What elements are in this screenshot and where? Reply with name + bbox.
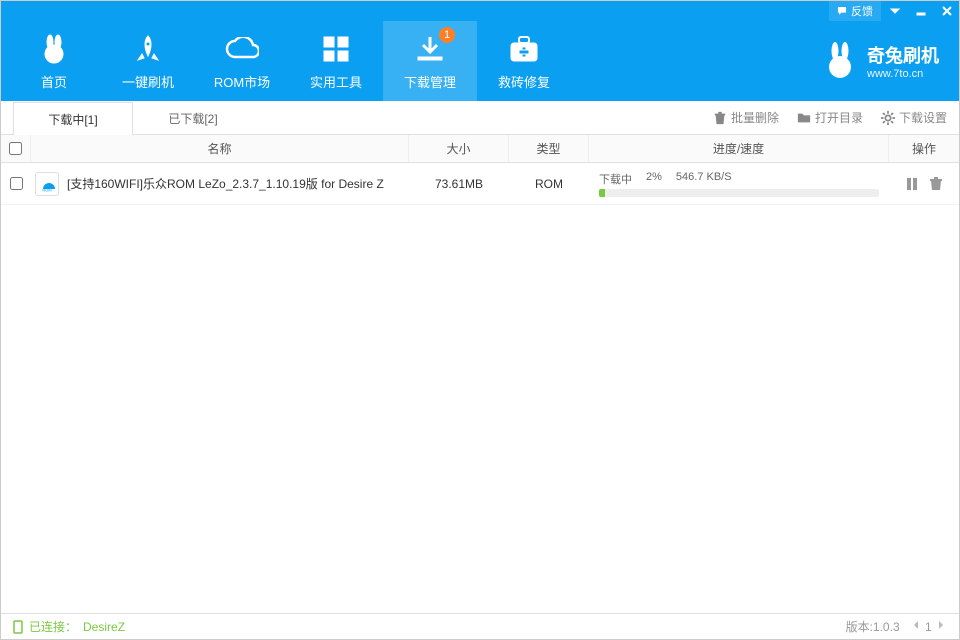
tab-downloading[interactable]: 下载中[1] (13, 102, 133, 135)
titlebar: 反馈 (1, 1, 959, 21)
brand: 奇兔刷机 www.7to.cn (823, 41, 953, 82)
subactions: 批量删除 打开目录 下载设置 (713, 101, 947, 134)
nav-tools-label: 实用工具 (310, 72, 362, 91)
close-icon (942, 6, 952, 16)
nav-flash-label: 一键刷机 (122, 72, 174, 91)
rom-file-icon: ROM (35, 172, 59, 196)
dropdown-button[interactable] (883, 1, 907, 21)
svg-text:ROM: ROM (42, 187, 51, 192)
medkit-icon (509, 32, 539, 66)
download-settings-label: 下载设置 (899, 109, 947, 126)
statusbar: 已连接： DesireZ 版本:1.0.3 1 (1, 613, 959, 639)
row-status: 下载中 (599, 171, 632, 187)
next-icon[interactable] (935, 619, 947, 631)
row-type: ROM (509, 177, 589, 191)
batch-delete-label: 批量删除 (731, 109, 779, 126)
table-header: 名称 大小 类型 进度/速度 操作 (1, 135, 959, 163)
row-speed: 546.7 KB/S (676, 171, 732, 187)
feedback-button[interactable]: 反馈 (829, 1, 881, 21)
caret-down-icon (890, 6, 900, 16)
pager: 1 (910, 619, 947, 634)
nav-rescue[interactable]: 救砖修复 (477, 21, 571, 101)
gear-icon (881, 111, 895, 125)
nav-rom-market[interactable]: ROM市场 (195, 21, 289, 101)
table-row: ROM [支持160WIFI]乐众ROM LeZo_2.3.7_1.10.19版… (1, 163, 959, 205)
nav-home-label: 首页 (41, 72, 67, 91)
nav-flash[interactable]: 一键刷机 (101, 21, 195, 101)
batch-delete-button[interactable]: 批量删除 (713, 109, 779, 126)
cloud-icon (225, 32, 259, 66)
open-folder-button[interactable]: 打开目录 (797, 109, 863, 126)
progress-fill (599, 189, 605, 197)
select-all-checkbox[interactable] (9, 142, 22, 155)
nav-tools[interactable]: 实用工具 (289, 21, 383, 101)
pause-icon[interactable] (905, 177, 919, 191)
rabbit-icon (39, 32, 69, 66)
col-progress: 进度/速度 (589, 135, 889, 162)
download-tabs: 下载中[1] 已下载[2] (13, 101, 253, 134)
nav-download-label: 下载管理 (404, 72, 456, 91)
speech-icon (837, 6, 847, 16)
download-settings-button[interactable]: 下载设置 (881, 109, 947, 126)
tab-downloaded[interactable]: 已下载[2] (133, 101, 253, 134)
row-percent: 2% (646, 171, 662, 187)
row-name: [支持160WIFI]乐众ROM LeZo_2.3.7_1.10.19版 for… (67, 175, 384, 192)
brand-url: www.7to.cn (867, 68, 923, 80)
progress-bar (599, 189, 879, 197)
connected-label: 已连接： (29, 618, 77, 635)
page-number: 1 (925, 620, 932, 634)
brand-name: 奇兔刷机 (867, 42, 939, 68)
brand-logo-icon (823, 41, 857, 82)
col-name: 名称 (31, 135, 409, 162)
rocket-icon (134, 32, 162, 66)
connected-device: DesireZ (83, 620, 125, 634)
grid-icon (323, 32, 349, 66)
version-label: 版本:1.0.3 (846, 618, 900, 635)
nav-rom-market-label: ROM市场 (214, 72, 270, 91)
close-button[interactable] (935, 1, 959, 21)
download-badge: 1 (439, 27, 455, 43)
row-size: 73.61MB (409, 177, 509, 191)
folder-icon (797, 111, 811, 125)
table-body: ROM [支持160WIFI]乐众ROM LeZo_2.3.7_1.10.19版… (1, 163, 959, 613)
open-folder-label: 打开目录 (815, 109, 863, 126)
subbar: 下载中[1] 已下载[2] 批量删除 打开目录 下载设置 (1, 101, 959, 135)
minimize-icon (916, 6, 926, 16)
app-window: 反馈 首页 一键刷机 ROM市场 (0, 0, 960, 640)
col-type: 类型 (509, 135, 589, 162)
row-checkbox[interactable] (10, 177, 23, 190)
nav-rescue-label: 救砖修复 (498, 72, 550, 91)
col-ops: 操作 (889, 135, 959, 162)
phone-icon (13, 620, 23, 634)
header-nav: 首页 一键刷机 ROM市场 实用工具 1 下载管理 (1, 21, 959, 101)
nav-download-manager[interactable]: 1 下载管理 (383, 21, 477, 101)
col-size: 大小 (409, 135, 509, 162)
trash-icon (713, 111, 727, 125)
delete-icon[interactable] (929, 177, 943, 191)
nav-home[interactable]: 首页 (7, 21, 101, 101)
prev-icon[interactable] (910, 619, 922, 631)
feedback-label: 反馈 (851, 3, 873, 19)
minimize-button[interactable] (909, 1, 933, 21)
